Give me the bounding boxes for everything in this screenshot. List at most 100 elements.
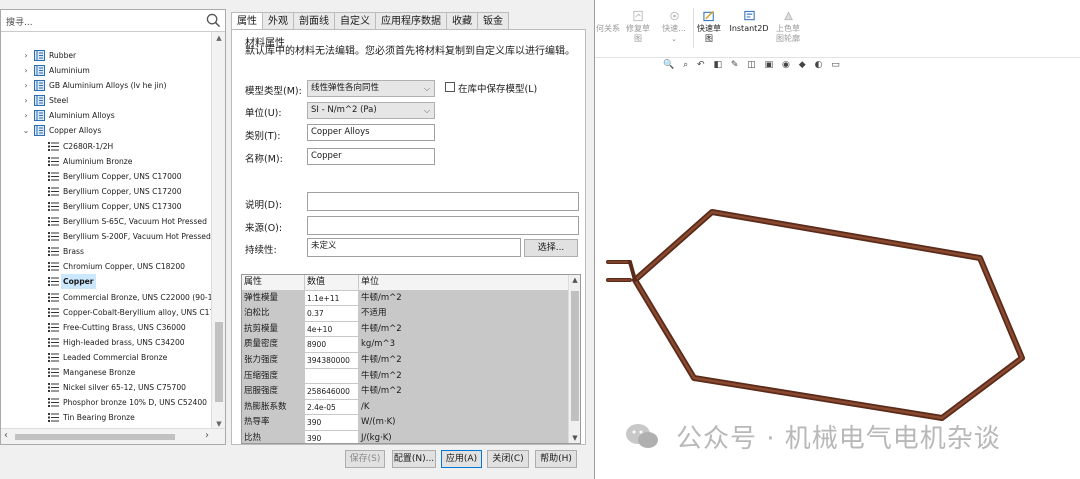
tree-item[interactable]: Beryllium S-65C, Vacuum Hot Pressed [1,214,211,229]
section-view-icon[interactable]: ◧ [713,60,722,70]
scroll-right-icon[interactable]: › [205,430,209,441]
scenes-icon[interactable]: ◐ [815,60,823,70]
table-row[interactable]: 屈服强度 258646000 牛顿/m^2 [242,384,569,400]
table-row[interactable]: 泊松比 0.37 不适用 [242,306,569,322]
config-button[interactable]: 配置(N)... [392,450,436,468]
previous-view-icon[interactable]: ↶ [697,60,705,70]
tree-item[interactable]: C2680R-1/2H [1,139,211,154]
tree-item[interactable]: Brass [1,244,211,259]
hide-show-items-icon[interactable]: ◉ [782,60,790,70]
toolbar-rapid-sketch[interactable]: 快速草 图 [695,10,723,44]
tree-item[interactable]: Phosphor bronze 10% D, UNS C52400 [1,395,211,410]
save-button[interactable]: 保存(S) [345,450,385,468]
tree-item[interactable]: Commercial Bronze, UNS C22000 (90-10 [1,290,211,305]
toolbar-quick[interactable]: 快速... ⌄ [659,10,689,44]
tree-item[interactable]: ⌄ Copper Alloys [1,123,211,138]
tree-item[interactable]: › GB Aluminium Alloys (lv he jin) [1,78,211,93]
chevron-right-icon[interactable]: › [21,93,31,108]
property-value-cell[interactable]: 390 [305,431,359,443]
coil-model-view[interactable] [600,200,1040,430]
tree-item[interactable]: › Rubber [1,48,211,63]
toolbar-instant2d[interactable]: Instant2D [728,10,770,34]
tree-item[interactable]: Aluminium Bronze [1,154,211,169]
table-row[interactable]: 比热 390 J/(kg·K) [242,431,569,443]
scroll-thumb[interactable] [15,434,175,440]
tree-item[interactable]: Copper [1,274,211,290]
search-icon[interactable] [206,13,221,28]
display-style-icon[interactable]: ▣ [765,60,774,70]
tree-horizontal-scrollbar[interactable]: ‹ › [1,428,225,444]
toolbar-repair-sketch[interactable]: 修复草 图 [623,10,653,44]
category-field[interactable]: Copper Alloys [307,124,435,141]
chevron-right-icon[interactable]: › [21,63,31,78]
property-value-cell[interactable]: 2.4e-05 [305,399,359,416]
property-value-cell[interactable]: 394380000 [305,353,359,369]
view-settings-icon[interactable]: ▭ [831,60,840,70]
tree-item[interactable]: › Aluminium Alloys [1,108,211,123]
chevron-right-icon[interactable]: › [21,78,31,93]
dynamic-annotation-icon[interactable]: ✎ [731,60,739,70]
table-vertical-scrollbar[interactable]: ▲ ▼ [568,275,580,443]
toolbar-relations[interactable]: 何关系 [595,10,621,34]
scroll-left-icon[interactable]: ‹ [4,430,8,441]
tab-2[interactable]: 剖面线 [293,12,335,29]
scroll-up-icon[interactable]: ▲ [212,34,226,42]
save-in-library-checkbox[interactable] [445,82,455,92]
tree-item[interactable]: Beryllium S-200F, Vacuum Hot Pressed [1,229,211,244]
description-field[interactable] [307,192,579,211]
scroll-up-icon[interactable]: ▲ [569,276,580,284]
view-orientation-icon[interactable]: ◫ [747,60,756,70]
edit-appearance-icon[interactable]: ◆ [799,60,806,70]
property-value-cell[interactable] [305,368,359,385]
scroll-thumb[interactable] [215,322,223,402]
property-value-cell[interactable]: 1.1e+11 [305,290,359,307]
table-row[interactable]: 质量密度 8900 kg/m^3 [242,337,569,353]
tree-item[interactable]: Free-Cutting Brass, UNS C36000 [1,320,211,335]
tree-item[interactable]: Beryllium Copper, UNS C17300 [1,199,211,214]
tree-item[interactable]: Leaded Commercial Bronze [1,350,211,365]
search-input[interactable]: 搜寻... [6,15,33,28]
table-row[interactable]: 张力强度 394380000 牛顿/m^2 [242,353,569,369]
tab-0[interactable]: 属性 [231,12,263,30]
tree-item[interactable]: › Steel [1,93,211,108]
help-button[interactable]: 帮助(H) [535,450,577,468]
apply-button[interactable]: 应用(A) [441,450,482,468]
tree-item[interactable]: Nickel silver 65-12, UNS C75700 [1,380,211,395]
chevron-right-icon[interactable]: › [21,108,31,123]
tab-5[interactable]: 收藏 [446,12,478,29]
choose-button[interactable]: 选择... [524,239,578,257]
tab-6[interactable]: 钣金 [477,12,509,29]
tree-item[interactable]: Beryllium Copper, UNS C17200 [1,184,211,199]
tree-item[interactable]: Copper-Cobalt-Beryllium alloy, UNS C17 [1,305,211,320]
close-button[interactable]: 关闭(C) [487,450,529,468]
scroll-down-icon[interactable]: ▼ [212,420,226,428]
model-type-select[interactable]: 线性弹性各向同性 ⌵ [307,80,435,97]
unit-select[interactable]: SI - N/m^2 (Pa) ⌵ [307,102,435,119]
tree-item[interactable]: Beryllium Copper, UNS C17000 [1,169,211,184]
search-box[interactable]: 搜寻... [1,10,225,32]
tree-item[interactable]: Manganese Bronze [1,365,211,380]
property-value-cell[interactable]: 4e+10 [305,321,359,338]
toolbar-shade-sketch[interactable]: 上色草 图轮廓 [773,10,803,44]
tree-vertical-scrollbar[interactable]: ▲ ▼ [211,32,225,430]
tree-item[interactable]: Tin Bearing Bronze [1,410,211,425]
scroll-down-icon[interactable]: ▼ [569,434,580,442]
property-value-cell[interactable]: 390 [305,415,359,431]
table-row[interactable]: 热导率 390 W/(m·K) [242,415,569,431]
property-value-cell[interactable]: 0.37 [305,306,359,322]
tab-1[interactable]: 外观 [262,12,294,29]
scroll-thumb[interactable] [571,291,579,421]
table-row[interactable]: 压缩强度 牛顿/m^2 [242,368,569,385]
zoom-to-fit-icon[interactable]: 🔍 [663,60,674,70]
property-value-cell[interactable]: 258646000 [305,384,359,400]
property-value-cell[interactable]: 8900 [305,337,359,353]
tree-item[interactable]: High-leaded brass, UNS C34200 [1,335,211,350]
table-row[interactable]: 弹性模量 1.1e+11 牛顿/m^2 [242,290,569,307]
chevron-right-icon[interactable]: › [21,48,31,63]
tab-3[interactable]: 自定义 [334,12,376,29]
source-field[interactable] [307,216,579,235]
zoom-area-icon[interactable]: ⌕ [683,60,688,70]
tree-item[interactable]: › Aluminium [1,63,211,78]
tab-4[interactable]: 应用程序数据 [375,12,447,29]
chevron-down-icon[interactable]: ⌄ [21,123,31,138]
